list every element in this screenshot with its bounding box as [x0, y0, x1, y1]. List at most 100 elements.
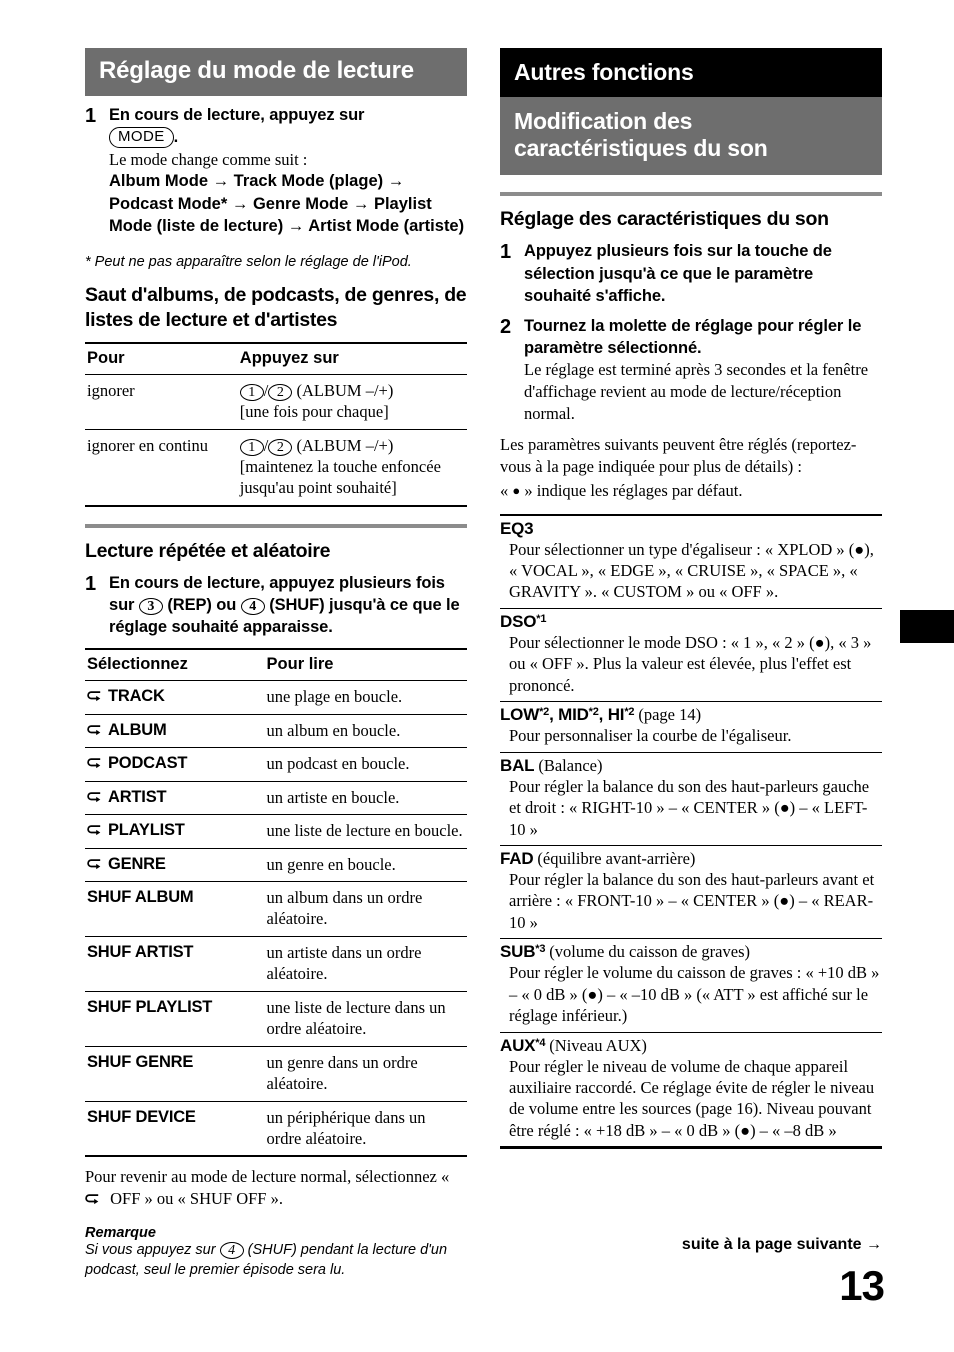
repeat-icon: [87, 691, 101, 702]
step-subtext: Le mode change comme suit :: [109, 149, 308, 169]
skip-row1-label: (ALBUM –/+): [296, 435, 394, 455]
left-section-banner: Réglage du mode de lecture: [85, 48, 467, 97]
manual-page: Réglage du mode de lecture 1 En cours de…: [0, 0, 954, 1352]
repeat-row-desc: un album en boucle.: [264, 714, 467, 749]
remark-body: Si vous appuyez sur 4 (SHUF) pendant la …: [85, 1241, 467, 1280]
repeat-col1-header: Sélectionnez: [85, 648, 265, 682]
parameter-paren: (Balance): [538, 755, 603, 775]
repeat-row-name: SHUF DEVICE: [85, 1101, 265, 1158]
section-divider: [85, 523, 467, 528]
filled-circle-icon: ●: [512, 482, 521, 498]
parameter-name: BAL: [500, 755, 535, 775]
default-note-b: » indique les réglages par défaut.: [524, 480, 743, 500]
sound-parameter-item: DSO*1 Pour sélectionner le mode DSO : « 1…: [500, 609, 882, 703]
sound-step-2: 2 Tournez la molette de réglage pour rég…: [500, 315, 882, 425]
skip-row1-detail: [maintenez la touche enfoncée jusqu'au p…: [239, 457, 441, 498]
sound-step-1-title: Appuyez plusieurs fois sur la touche de …: [524, 242, 832, 305]
skip-col2-header: Appuyez sur: [237, 341, 467, 375]
table-row: ignorer 1/2 (ALBUM –/+) [une fois pour c…: [85, 374, 467, 430]
parameter-description: Pour sélectionner un type d'égaliseur : …: [509, 539, 874, 602]
mode-keycap[interactable]: MODE: [109, 127, 174, 149]
repeat-row-desc: un artiste en boucle.: [264, 781, 467, 816]
ipod-footnote: * Peut ne pas apparaître selon le réglag…: [85, 253, 412, 270]
sound-parameter-item: FAD (équilibre avant-arrière) Pour régler…: [500, 846, 882, 940]
repeat-col2-header: Pour lire: [264, 648, 467, 682]
parameter-name: SUB*3: [500, 942, 546, 962]
parameter-paren: (Niveau AUX): [549, 1035, 647, 1055]
table-row: ALBUM un album en boucle.: [85, 714, 467, 749]
button-2-icon[interactable]: 2: [268, 383, 293, 401]
step-number: 1: [85, 573, 97, 596]
other-functions-banner: Autres fonctions: [500, 48, 882, 97]
return-normal-a: Pour revenir au mode de lecture normal, …: [85, 1167, 450, 1187]
sound-parameter-item: LOW*2, MID*2, HI*2 (page 14) Pour personn…: [500, 702, 882, 753]
playback-mode-step-1: 1 En cours de lecture, appuyez sur MODE.…: [85, 104, 467, 236]
right-column: Autres fonctions Modification des caract…: [500, 48, 882, 1150]
repeat-row-name: SHUF PLAYLIST: [85, 991, 265, 1047]
params-intro: Les paramètres suivants peuvent être rég…: [500, 434, 857, 476]
continued-label: suite à la page suivante →: [681, 1236, 882, 1253]
repeat-icon: [87, 825, 101, 836]
table-row: SHUF GENRE un genre dans un ordre aléatoi…: [85, 1046, 467, 1102]
parameter-description: Pour sélectionner le mode DSO : « 1 », «…: [509, 632, 872, 695]
table-row: SHUF DEVICE un périphérique dans un ordre…: [85, 1101, 467, 1158]
parameter-paren: (volume du caisson de graves): [549, 942, 750, 962]
table-row: SHUF ALBUM un album dans un ordre aléatoi…: [85, 881, 467, 937]
parameter-description: Pour personnaliser la courbe de l'égalis…: [509, 726, 792, 746]
return-normal-text: Pour revenir au mode de lecture normal, …: [85, 1166, 467, 1210]
repeat-row-name: PODCAST: [85, 747, 265, 782]
parameter-name: FAD: [500, 848, 534, 868]
repeat-mode-table: Sélectionnez Pour lire TRACK une plage en…: [85, 648, 467, 1158]
repeat-icon: [87, 791, 101, 802]
repeat-row-desc: un podcast en boucle.: [264, 747, 467, 782]
table-row: ARTIST un artiste en boucle.: [85, 781, 467, 816]
repeat-icon: [87, 758, 101, 769]
sound-settings-heading: Réglage des caractéristiques du son: [500, 208, 829, 231]
repeat-icon: [87, 725, 101, 735]
table-header-row: Sélectionnez Pour lire: [85, 648, 467, 682]
repeat-row-desc: un artiste dans un ordre aléatoire.: [264, 936, 467, 992]
repeat-row-desc: un genre dans un ordre aléatoire.: [264, 1046, 467, 1102]
table-row: SHUF ARTIST un artiste dans un ordre aléa…: [85, 936, 467, 992]
repeat-row-name: ALBUM: [85, 714, 265, 749]
repeat-row-desc: un album dans un ordre aléatoire.: [264, 881, 467, 937]
default-note: « ● » indique les réglages par défaut.: [500, 480, 882, 502]
button-1-icon[interactable]: 1: [239, 438, 264, 456]
table-row: ignorer en continu 1/2 (ALBUM –/+) [main…: [85, 429, 467, 507]
button-4-icon[interactable]: 4: [240, 598, 265, 616]
page-number: 13: [839, 1262, 885, 1309]
table-row: GENRE un genre en boucle.: [85, 848, 467, 883]
skip-table: Pour Appuyez sur ignorer 1/2 (ALBUM –/+)…: [85, 341, 467, 507]
button-3-icon[interactable]: 3: [138, 598, 163, 616]
sound-step-2-title: Tournez la molette de réglage pour régle…: [524, 316, 862, 357]
button-1-icon[interactable]: 1: [239, 383, 264, 401]
repeat-row-name: PLAYLIST: [85, 814, 265, 849]
skip-heading: Saut d'albums, de podcasts, de genres, d…: [85, 284, 467, 331]
repeat-row-name: TRACK: [85, 680, 265, 715]
parameter-paren: (équilibre avant-arrière): [537, 848, 696, 868]
sound-step-1: 1 Appuyez plusieurs fois sur la touche d…: [500, 240, 882, 306]
sound-parameter-item: SUB*3 (volume du caisson de graves) Pour …: [500, 939, 882, 1033]
section-divider: [500, 192, 882, 197]
chapter-tab-marker: [900, 610, 954, 643]
skip-row0-detail: [une fois pour chaque]: [239, 402, 389, 422]
table-row: PLAYLIST une liste de lecture en boucle.: [85, 814, 467, 849]
parameter-name: AUX*4: [500, 1035, 546, 1055]
table-row: TRACK une plage en boucle.: [85, 680, 467, 715]
skip-row1-key: ignorer en continu: [85, 429, 238, 507]
table-row: PODCAST un podcast en boucle.: [85, 747, 467, 782]
button-4-icon[interactable]: 4: [219, 1242, 244, 1260]
sound-step-2-sub: Le réglage est terminé après 3 secondes …: [524, 359, 869, 423]
table-header-row: Pour Appuyez sur: [85, 341, 467, 375]
skip-col1-header: Pour: [85, 341, 238, 375]
step-number: 1: [500, 241, 512, 264]
repeat-row-desc: une liste de lecture dans un ordre aléat…: [264, 991, 467, 1047]
remark-title: Remarque: [85, 1225, 156, 1242]
sound-parameter-item: AUX*4 (Niveau AUX) Pour régler le niveau …: [500, 1033, 882, 1150]
sound-modification-banner: Modification des caractéristiques du son: [500, 97, 882, 176]
repeat-row-desc: un périphérique dans un ordre aléatoire.: [264, 1101, 467, 1158]
sound-parameter-list: EQ3 Pour sélectionner un type d'égaliseur…: [500, 513, 882, 1150]
skip-row0-value: 1/2 (ALBUM –/+) [une fois pour chaque]: [237, 374, 467, 430]
button-2-icon[interactable]: 2: [268, 438, 293, 456]
parameter-description: Pour régler la balance du son des haut-p…: [509, 776, 870, 839]
